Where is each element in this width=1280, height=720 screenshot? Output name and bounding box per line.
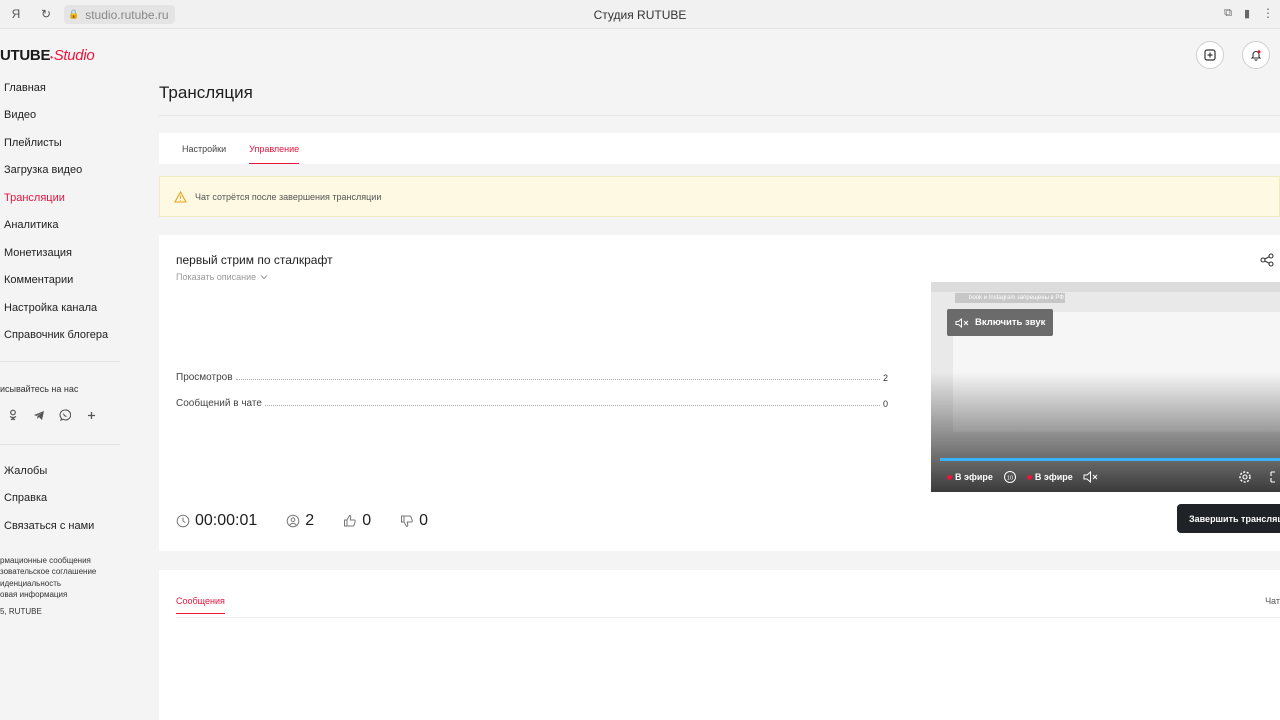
ok-icon[interactable] (6, 408, 20, 422)
player-progress-bar[interactable] (940, 458, 1280, 461)
stream-title: первый стрим по сталкрафт (176, 253, 333, 267)
warning-icon (174, 190, 187, 203)
mute-icon[interactable] (1083, 471, 1099, 483)
stat-dislikes: 0 (400, 512, 428, 530)
rutube-studio-logo[interactable]: UTUBE • Studio (0, 47, 95, 64)
footer-link-agreement[interactable]: зовательское соглашение (0, 566, 130, 578)
sidebar-item-home[interactable]: Главная (0, 74, 130, 102)
telegram-icon[interactable] (32, 408, 46, 422)
skip-icon[interactable]: 10 (1003, 470, 1017, 484)
sidebar: Главная Видео Плейлисты Загрузка видео Т… (0, 74, 130, 616)
sidebar-item-help[interactable]: Справка (0, 485, 130, 513)
live-badge: В эфире (1026, 472, 1073, 482)
live-badge: В эфире (947, 472, 993, 482)
sidebar-item-complaints[interactable]: Жалобы (0, 457, 130, 485)
sidebar-item-video[interactable]: Видео (0, 102, 130, 130)
tab-settings[interactable]: Настройки (182, 144, 226, 164)
browser-toolbar: Я ↻ 🔒 studio.rutube.ru Студия RUTUBE ⧉ ▮… (0, 0, 1280, 29)
sidebar-item-playlists[interactable]: Плейлисты (0, 129, 130, 157)
reload-icon[interactable]: ↻ (38, 6, 54, 22)
sidebar-item-upload[interactable]: Загрузка видео (0, 157, 130, 185)
yandex-icon[interactable]: Я (8, 6, 24, 22)
stat-views: Просмотров 2 (176, 372, 888, 383)
thumbs-down-icon (401, 515, 413, 528)
warning-text: Чат сотрётся после завершения трансляции (195, 191, 382, 202)
stat-label: Сообщений в чате (176, 398, 262, 409)
viber-icon[interactable] (58, 408, 72, 422)
url-text: studio.rutube.ru (85, 7, 169, 22)
add-icon (1204, 49, 1216, 61)
stat-value: 0 (882, 399, 888, 409)
sidebar-item-channel-settings[interactable]: Настройка канала (0, 294, 130, 322)
divider (0, 361, 120, 362)
messages-card: Сообщения Чат (159, 570, 1280, 720)
clock-icon (176, 514, 190, 528)
chat-tab[interactable]: Чат (1265, 596, 1280, 606)
notifications-button[interactable] (1242, 41, 1270, 69)
stat-chat-messages: Сообщений в чате 0 (176, 398, 888, 409)
unmute-button[interactable]: Включить звук (947, 309, 1054, 336)
show-description-toggle[interactable]: Показать описание (176, 272, 268, 282)
muted-icon (955, 317, 969, 328)
thumbs-up-icon (344, 514, 356, 527)
settings-icon[interactable] (1238, 470, 1252, 484)
divider (176, 617, 1280, 618)
fullscreen-icon[interactable] (1270, 471, 1280, 483)
lock-icon: 🔒 (68, 9, 80, 19)
stat-likes: 0 (343, 512, 371, 530)
tab-messages[interactable]: Сообщения (176, 596, 225, 614)
copyright: 5, RUTUBE (0, 606, 42, 616)
user-icon (286, 514, 300, 528)
player-controls: В эфире 10 В эфире (931, 464, 1280, 490)
sidebar-item-comments[interactable]: Комментарии (0, 267, 130, 295)
stream-live-stats: 00:00:01 2 0 0 (176, 512, 457, 530)
bell-icon (1250, 50, 1262, 61)
sidebar-item-blogger-guide[interactable]: Справочник блогера (0, 322, 130, 350)
bookmark-icon[interactable]: ▮ (1244, 7, 1250, 20)
player-banner: book и Instagram запрещены в РФ (955, 293, 1065, 303)
stat-value: 2 (882, 373, 888, 383)
sidebar-item-monetization[interactable]: Монетизация (0, 239, 130, 267)
share-button[interactable] (1260, 253, 1276, 269)
player-top-strip (931, 282, 1280, 292)
footer-link-legal[interactable]: овая информация (0, 589, 130, 601)
tabs-bar: Настройки Управление (159, 133, 1280, 164)
divider (0, 444, 120, 445)
social-title: исывайтесь на нас (0, 384, 79, 394)
chat-warning-banner: Чат сотрётся после завершения трансляции (159, 176, 1280, 217)
stat-label: Просмотров (176, 372, 233, 383)
tab-management[interactable]: Управление (249, 144, 300, 164)
footer-link-privacy[interactable]: иденциальность (0, 578, 130, 590)
menu-icon[interactable]: ⋮ (1262, 6, 1274, 20)
sidebar-item-analytics[interactable]: Аналитика (0, 212, 130, 240)
video-player[interactable]: book и Instagram запрещены в РФ Включить… (931, 282, 1280, 492)
chevron-down-icon (260, 275, 268, 280)
stat-duration: 00:00:01 (176, 512, 257, 530)
svg-text:10: 10 (1007, 475, 1013, 481)
divider (159, 115, 1280, 116)
plus-icon[interactable] (84, 408, 98, 422)
sidebar-item-streams[interactable]: Трансляции (0, 184, 130, 212)
studio-app: UTUBE • Studio Главная Видео Плейлисты Заг… (0, 29, 1280, 720)
window-title: Студия RUTUBE (593, 8, 687, 22)
share-icon (1260, 253, 1274, 267)
translate-icon[interactable]: ⧉ (1224, 7, 1232, 20)
footer-link-info[interactable]: рмационные сообщения (0, 555, 130, 567)
add-video-button[interactable] (1196, 41, 1224, 69)
sidebar-item-contact[interactable]: Связаться с нами (0, 512, 130, 540)
stat-viewers: 2 (286, 512, 314, 530)
end-stream-button[interactable]: Завершить трансляцию (1177, 504, 1280, 533)
address-bar[interactable]: 🔒 studio.rutube.ru (64, 5, 175, 24)
page-title: Трансляция (159, 83, 253, 102)
stream-card: первый стрим по сталкрафт Показать описа… (159, 235, 1280, 551)
